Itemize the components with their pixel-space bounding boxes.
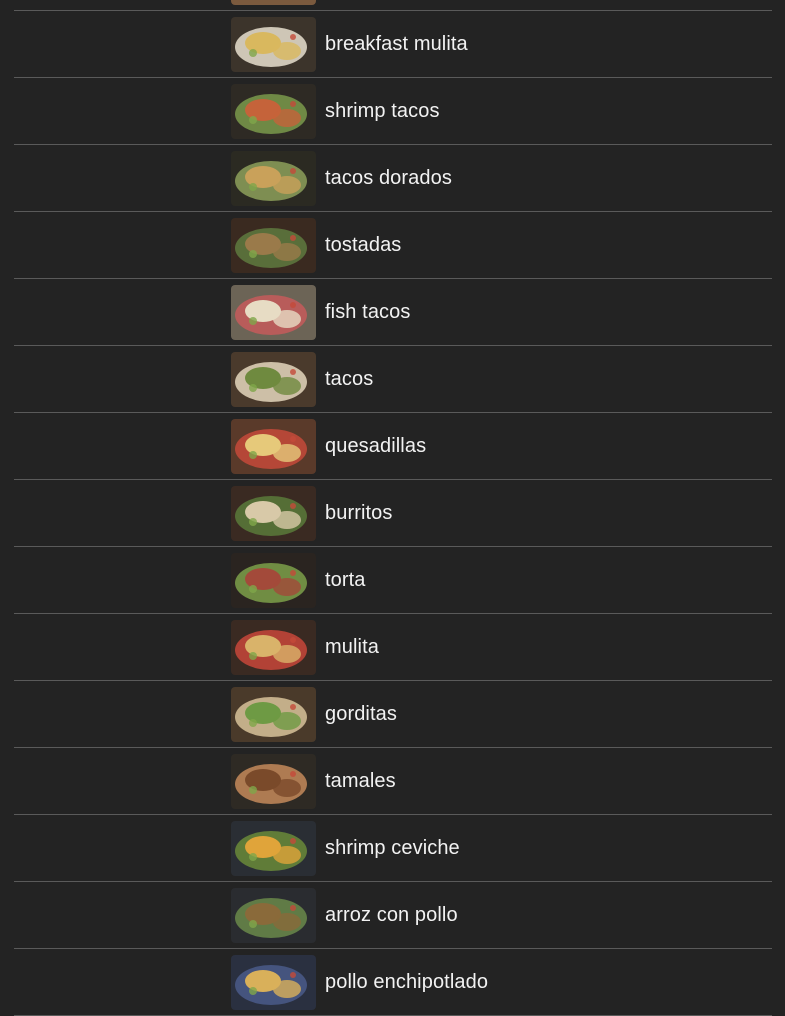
food-thumbnail-icon[interactable] — [231, 285, 316, 340]
menu-item-label[interactable]: mulita — [325, 614, 379, 680]
menu-item[interactable]: tacos dorados — [14, 145, 772, 212]
menu-item-label[interactable]: tamales — [325, 748, 396, 814]
menu-item-label[interactable]: fish tacos — [325, 279, 410, 345]
menu-item-label[interactable]: burritos — [325, 480, 393, 546]
menu-item[interactable]: gorditas — [14, 681, 772, 748]
food-thumbnail-icon[interactable] — [231, 888, 316, 943]
menu-item[interactable]: shrimp tacos — [14, 78, 772, 145]
menu-item[interactable]: fish tacos — [14, 279, 772, 346]
food-thumbnail-icon[interactable] — [231, 352, 316, 407]
menu-item[interactable]: arroz con pollo — [14, 882, 772, 949]
food-thumbnail-icon[interactable] — [231, 553, 316, 608]
food-thumbnail-icon[interactable] — [231, 620, 316, 675]
menu-item[interactable]: burritos — [14, 480, 772, 547]
food-thumbnail-icon[interactable] — [231, 17, 316, 72]
menu-item-label[interactable]: torta — [325, 547, 366, 613]
food-thumbnail-icon[interactable] — [231, 218, 316, 273]
menu-item[interactable]: tostadas — [14, 212, 772, 279]
menu-item[interactable]: breakfast mulita — [14, 11, 772, 78]
menu-item-label[interactable]: breakfast mulita — [325, 11, 468, 77]
food-thumbnail-icon[interactable] — [231, 821, 316, 876]
menu-item[interactable]: tamales — [14, 748, 772, 815]
food-thumbnail-icon[interactable] — [231, 0, 316, 5]
menu-item-label[interactable]: arroz con pollo — [325, 882, 458, 948]
food-thumbnail-icon[interactable] — [231, 754, 316, 809]
menu-item-label[interactable]: pollo enchipotlado — [325, 949, 488, 1015]
menu-item[interactable]: mulita — [14, 614, 772, 681]
menu-item-label[interactable]: tostadas — [325, 212, 401, 278]
menu-item-label[interactable]: shrimp ceviche — [325, 815, 460, 881]
menu-item-label[interactable]: shrimp tacos — [325, 78, 440, 144]
menu-item[interactable] — [14, 0, 772, 11]
food-thumbnail-icon[interactable] — [231, 151, 316, 206]
menu-item-label[interactable]: tacos dorados — [325, 145, 452, 211]
food-thumbnail-icon[interactable] — [231, 687, 316, 742]
food-thumbnail-icon[interactable] — [231, 486, 316, 541]
menu-item-label[interactable]: tacos — [325, 346, 373, 412]
food-thumbnail-icon[interactable] — [231, 955, 316, 1010]
menu-item[interactable]: shrimp ceviche — [14, 815, 772, 882]
menu-item[interactable]: tacos — [14, 346, 772, 413]
menu-item[interactable]: torta — [14, 547, 772, 614]
menu-item-label[interactable]: gorditas — [325, 681, 397, 747]
menu-list: breakfast mulita shrimp tacos tacos dorado… — [14, 0, 772, 1016]
food-thumbnail-icon[interactable] — [231, 84, 316, 139]
menu-item[interactable]: quesadillas — [14, 413, 772, 480]
food-thumbnail-icon[interactable] — [231, 419, 316, 474]
menu-item-label[interactable]: quesadillas — [325, 413, 426, 479]
menu-item[interactable]: pollo enchipotlado — [14, 949, 772, 1016]
